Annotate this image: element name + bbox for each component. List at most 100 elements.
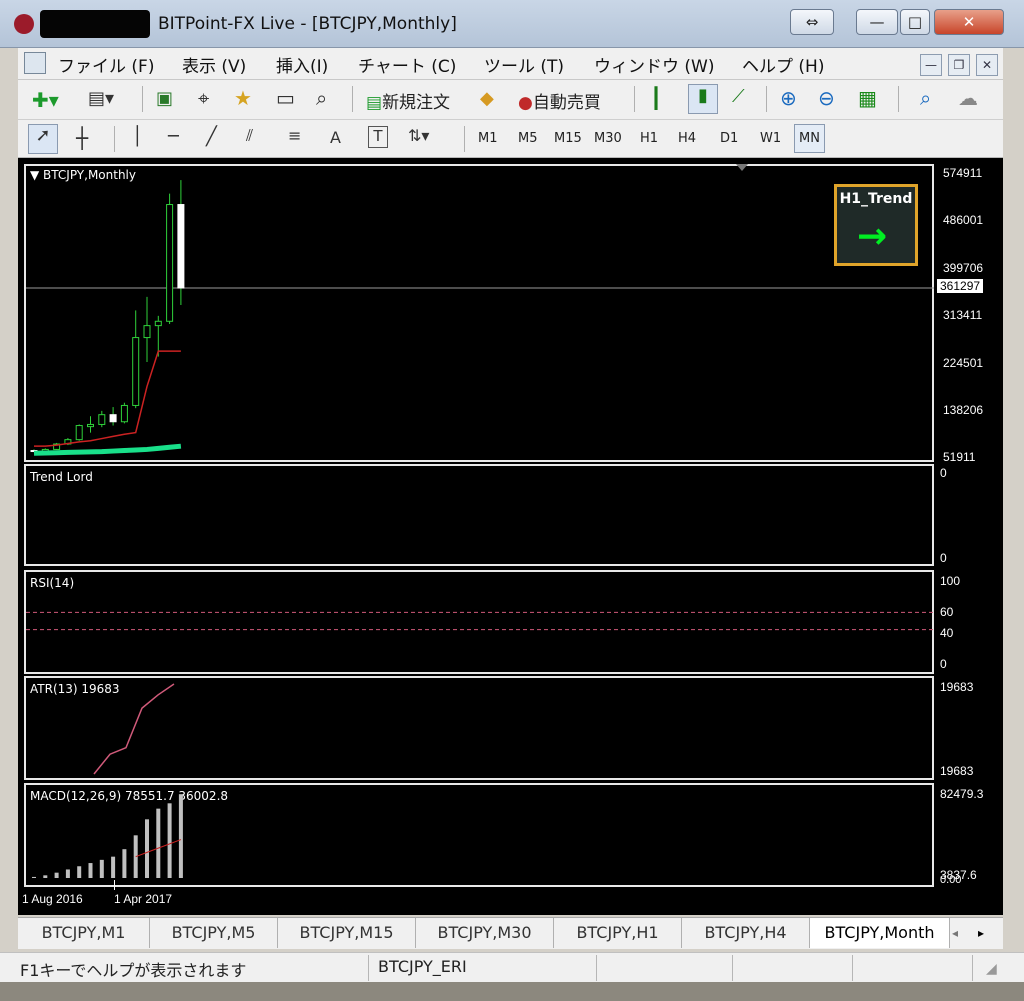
- mdi-close-icon[interactable]: ✕: [976, 54, 998, 76]
- restore-size-button[interactable]: ⇔: [790, 9, 834, 35]
- macd-histogram-bar: [88, 863, 93, 878]
- status-bar: F1キーでヘルプが表示されます BTCJPY_ERI ◢: [0, 952, 1024, 982]
- tab-btcjpy-h4[interactable]: BTCJPY,H4: [682, 918, 810, 948]
- tab-btcjpy-m30[interactable]: BTCJPY,M30: [416, 918, 554, 948]
- zoom-out-icon[interactable]: ⊖: [818, 86, 835, 110]
- tab-btcjpy-m1[interactable]: BTCJPY,M1: [18, 918, 150, 948]
- status-help-text: F1キーでヘルプが表示されます: [20, 961, 247, 980]
- candle-body: [143, 325, 151, 339]
- candle-body: [177, 204, 185, 289]
- tf-mn[interactable]: MN: [794, 124, 825, 153]
- chart-svg: [26, 180, 934, 878]
- candle-body: [120, 404, 128, 423]
- new-chart-icon[interactable]: ✚▾: [32, 88, 59, 112]
- candle-body: [87, 423, 94, 428]
- drawing-and-timeframe-toolbar: ➚ ┼ │ ─ ╱ ⫽ ≡ A T ⇅▾ M1 M5 M15 M30 H1 H4…: [18, 120, 1003, 158]
- menu-chart[interactable]: チャート (C): [358, 52, 456, 77]
- tile-windows-icon[interactable]: ▦: [858, 86, 877, 110]
- new-order-icon: ▤: [366, 93, 383, 113]
- menu-insert[interactable]: 挿入(I): [276, 52, 328, 77]
- macd-histogram-bar: [178, 794, 183, 878]
- fibonacci-icon[interactable]: ≡: [288, 126, 301, 145]
- maximize-button[interactable]: □: [900, 9, 930, 35]
- redacted-area: [40, 10, 150, 38]
- tf-m30[interactable]: M30: [594, 131, 622, 146]
- trendline-icon[interactable]: ╱: [206, 126, 217, 147]
- new-order-button[interactable]: ▤新規注文: [366, 88, 450, 113]
- h1-trend-widget[interactable]: H1_Trend →: [834, 184, 918, 266]
- candle-body: [154, 320, 162, 327]
- tf-h4[interactable]: H4: [678, 131, 696, 146]
- tab-scroll-right-icon[interactable]: ▸: [978, 926, 984, 940]
- menu-bar: ファイル (F) 表示 (V) 挿入(I) チャート (C) ツール (T) ウ…: [18, 48, 1003, 80]
- menu-help[interactable]: ヘルプ (H): [742, 52, 824, 77]
- standard-toolbar: ✚▾ ▤▾ ▣ ⌖ ★ ▭ ⌕ ▤新規注文 ◆ ●自動売買 ┃ ▮ ⟋ ⊕ ⊖ …: [18, 80, 1003, 120]
- tab-btcjpy-m15[interactable]: BTCJPY,M15: [278, 918, 416, 948]
- atr-line: [93, 683, 175, 775]
- new-order-label: 新規注文: [382, 93, 451, 113]
- menu-tools[interactable]: ツール (T): [484, 52, 564, 77]
- h1-trend-title: H1_Trend: [839, 191, 913, 207]
- chart-tabs-bar: BTCJPY,M1 BTCJPY,M5 BTCJPY,M15 BTCJPY,M3…: [18, 917, 1003, 949]
- chart-window[interactable]: ▼ BTCJPY,Monthly 574911 486001 399706 36…: [18, 158, 1003, 915]
- candle-body: [166, 204, 174, 322]
- minimize-button[interactable]: —: [856, 9, 898, 35]
- resize-grip-icon[interactable]: ◢: [986, 961, 997, 977]
- candle-body: [75, 425, 83, 441]
- tf-w1[interactable]: W1: [760, 131, 781, 146]
- tf-d1[interactable]: D1: [720, 131, 738, 146]
- candle-body: [132, 337, 140, 406]
- favorites-icon[interactable]: ★: [234, 86, 252, 110]
- candle-body: [109, 414, 117, 423]
- chart-window-icon[interactable]: [24, 52, 46, 74]
- line-chart-icon[interactable]: ⟋: [732, 86, 745, 107]
- menu-window[interactable]: ウィンドウ (W): [594, 52, 714, 77]
- auto-trade-button[interactable]: ●自動売買: [518, 88, 601, 113]
- menu-file[interactable]: ファイル (F): [58, 52, 154, 77]
- vertical-line-icon[interactable]: │: [132, 126, 143, 147]
- mdi-restore-icon[interactable]: ❐: [948, 54, 970, 76]
- strategy-tester-icon[interactable]: ⌕: [316, 86, 327, 110]
- profiles-icon[interactable]: ▤▾: [88, 88, 114, 109]
- app-logo-icon: [14, 14, 34, 34]
- terminal-icon[interactable]: ▭: [276, 86, 295, 110]
- window-title: BITPoint-FX Live - [BTCJPY,Monthly]: [158, 14, 457, 34]
- text-label-icon[interactable]: T: [368, 126, 388, 148]
- macd-histogram-bar: [111, 856, 116, 878]
- menu-view[interactable]: 表示 (V): [182, 52, 246, 77]
- tf-m5[interactable]: M5: [518, 131, 538, 146]
- arrows-dropdown-icon[interactable]: ⇅▾: [408, 126, 429, 145]
- tf-m15[interactable]: M15: [554, 131, 582, 146]
- tab-scroll-left-icon[interactable]: ◂: [952, 926, 958, 940]
- macd-histogram-bar: [43, 875, 48, 878]
- macd-histogram-bar: [99, 859, 104, 878]
- app-window: BITPoint-FX Live - [BTCJPY,Monthly] ⇔ — …: [0, 0, 1024, 1001]
- tf-m1[interactable]: M1: [478, 131, 498, 146]
- macd-histogram-bar: [54, 872, 59, 878]
- chat-icon[interactable]: ☁: [958, 86, 978, 110]
- cursor-icon[interactable]: ➚: [28, 124, 58, 154]
- macd-histogram-bar: [156, 808, 161, 878]
- text-tool-icon[interactable]: A: [330, 128, 341, 147]
- mdi-minimize-icon[interactable]: —: [920, 54, 942, 76]
- crosshair-nav-icon[interactable]: ⌖: [198, 86, 209, 110]
- macd-histogram-bar: [77, 866, 82, 878]
- tf-h1[interactable]: H1: [640, 131, 658, 146]
- crosshair-icon[interactable]: ┼: [76, 126, 88, 150]
- search-icon[interactable]: ⌕: [920, 86, 931, 110]
- close-button[interactable]: ✕: [934, 9, 1004, 35]
- tab-btcjpy-monthly[interactable]: BTCJPY,Month: [810, 918, 950, 948]
- macd-histogram-bar: [145, 819, 149, 878]
- tab-btcjpy-m5[interactable]: BTCJPY,M5: [150, 918, 278, 948]
- tab-btcjpy-h1[interactable]: BTCJPY,H1: [554, 918, 682, 948]
- equidistant-channel-icon[interactable]: ⫽: [246, 126, 253, 146]
- macd-histogram-bar: [65, 869, 70, 878]
- auto-trade-label: 自動売買: [532, 93, 601, 113]
- candlestick-icon[interactable]: ▮: [688, 84, 718, 114]
- zoom-in-icon[interactable]: ⊕: [780, 86, 797, 110]
- market-watch-icon[interactable]: ▣: [156, 88, 173, 109]
- meta-editor-icon[interactable]: ◆: [480, 88, 494, 109]
- horizontal-line-icon[interactable]: ─: [168, 126, 179, 147]
- bar-chart-icon[interactable]: ┃: [650, 86, 662, 110]
- macd-histogram-bar: [122, 849, 127, 878]
